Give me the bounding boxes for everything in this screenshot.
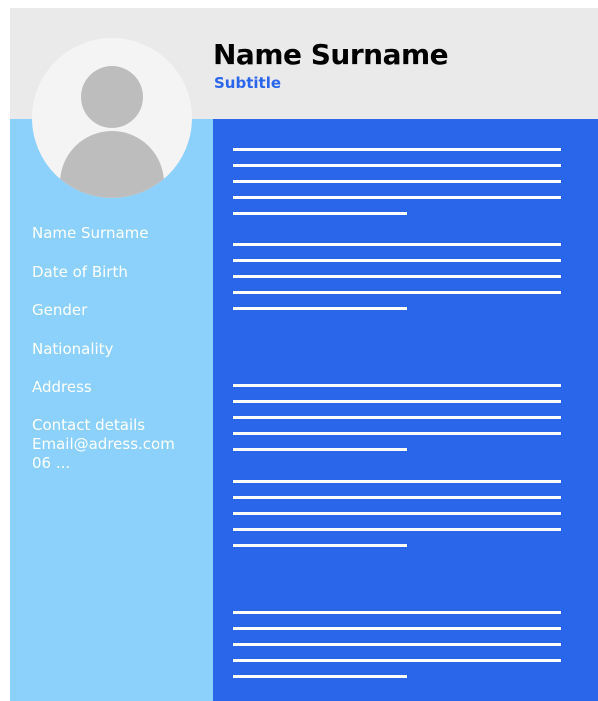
field-date-of-birth: Date of Birth <box>32 263 128 281</box>
placeholder-line <box>233 643 561 646</box>
contact-details-label: Contact details <box>32 416 146 434</box>
placeholder-line <box>233 627 561 630</box>
sidebar-panel <box>10 119 213 701</box>
placeholder-line <box>233 212 407 215</box>
avatar-body <box>60 131 164 198</box>
placeholder-line <box>233 432 561 435</box>
avatar-head <box>81 66 143 128</box>
field-nationality: Nationality <box>32 340 114 358</box>
cv-template: Name Surname Subtitle Name Surname Date … <box>0 0 598 701</box>
placeholder-line <box>233 400 561 403</box>
placeholder-line <box>233 291 561 294</box>
contact-email: Email@adress.com <box>32 435 175 453</box>
placeholder-line <box>233 496 561 499</box>
placeholder-line <box>233 196 561 199</box>
subtitle: Subtitle <box>214 74 282 92</box>
field-gender: Gender <box>32 301 88 319</box>
placeholder-line <box>233 384 561 387</box>
placeholder-line <box>233 528 561 531</box>
name-title: Name Surname <box>213 38 449 71</box>
field-name: Name Surname <box>32 224 149 242</box>
placeholder-line <box>233 416 561 419</box>
user-placeholder-icon <box>32 38 192 198</box>
placeholder-line <box>233 243 561 246</box>
placeholder-line <box>233 480 561 483</box>
contact-phone: 06 ... <box>32 454 71 472</box>
placeholder-line <box>233 659 561 662</box>
placeholder-line <box>233 675 407 678</box>
placeholder-line <box>233 164 561 167</box>
placeholder-line <box>233 512 561 515</box>
field-address: Address <box>32 378 92 396</box>
placeholder-line <box>233 544 407 547</box>
placeholder-line <box>233 148 561 151</box>
placeholder-line <box>233 275 561 278</box>
placeholder-line <box>233 307 407 310</box>
placeholder-line <box>233 448 407 451</box>
placeholder-line <box>233 611 561 614</box>
placeholder-line <box>233 259 561 262</box>
placeholder-line <box>233 180 561 183</box>
